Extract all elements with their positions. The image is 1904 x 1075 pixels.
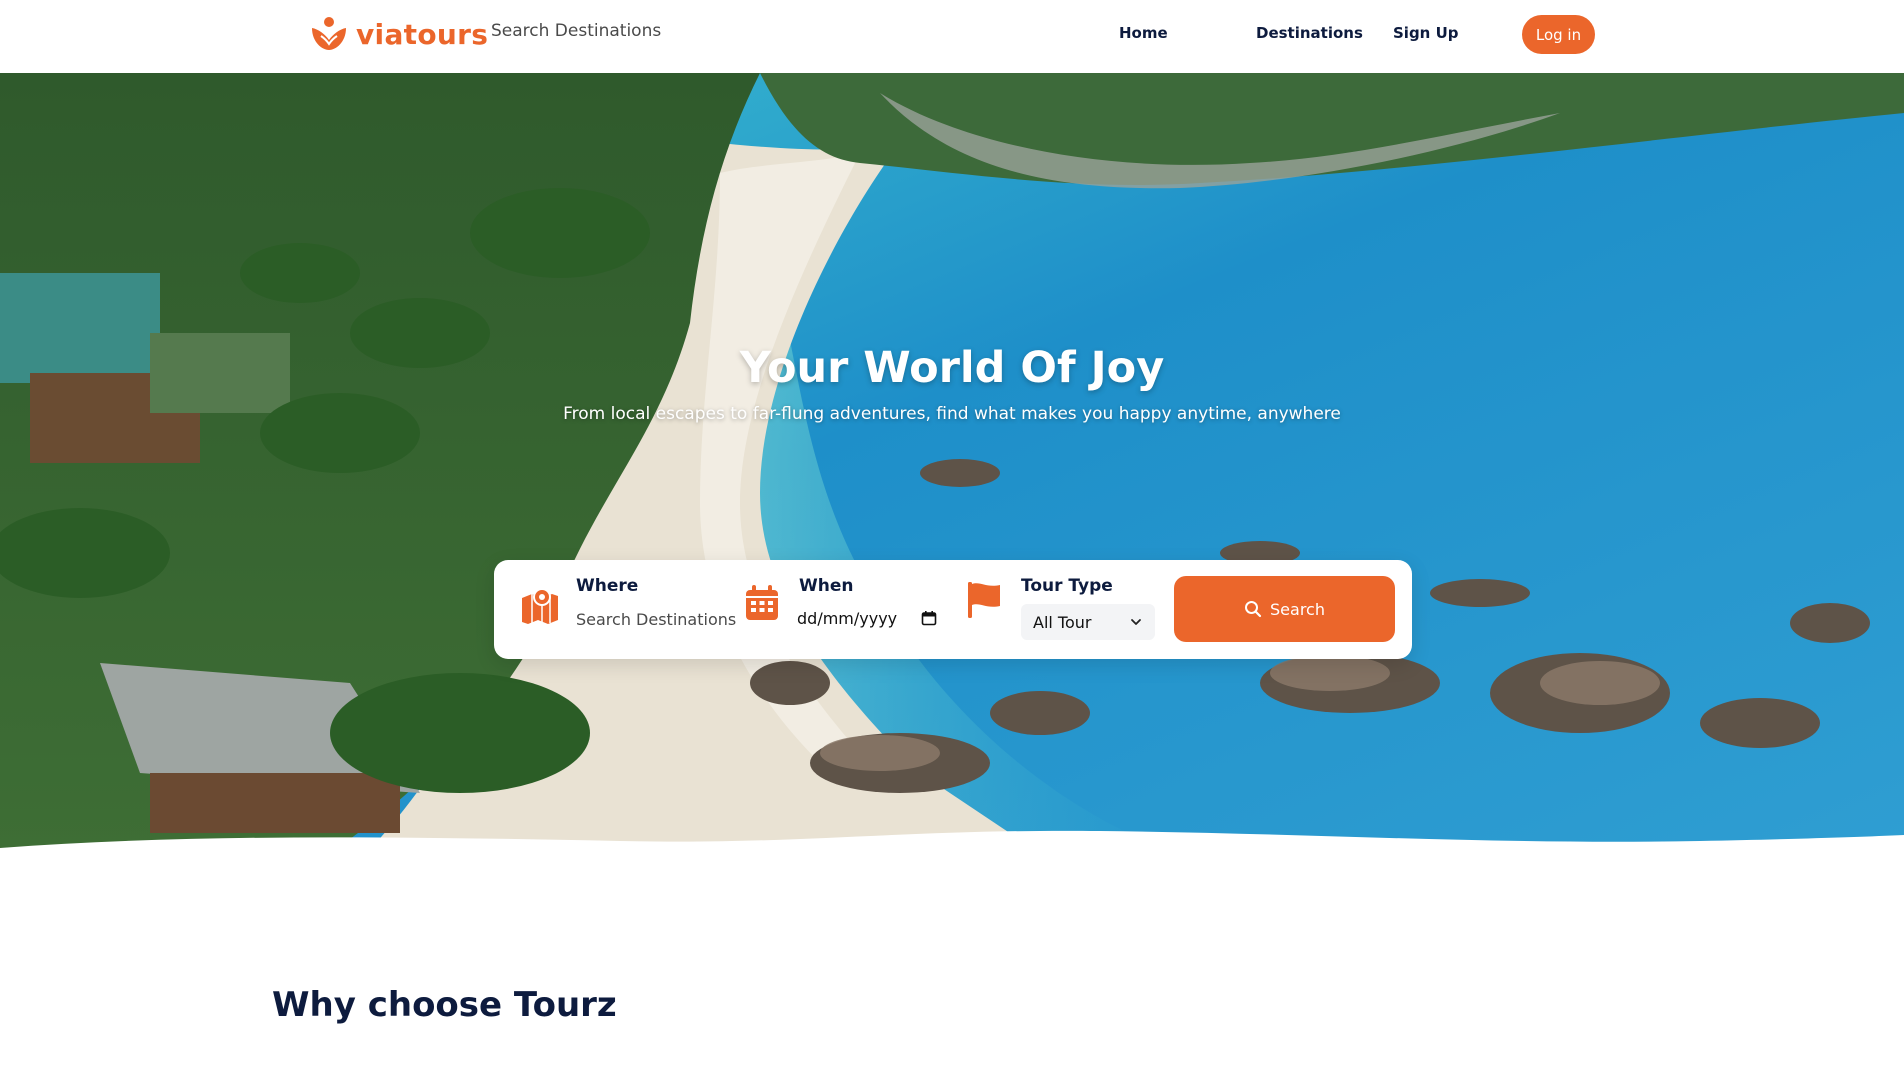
hero-subtitle: From local escapes to far-flung adventur… [563, 404, 1341, 424]
why-choose-heading: Why choose Tourz [272, 985, 617, 1025]
header-search-input[interactable] [491, 19, 691, 43]
nav-home[interactable]: Home [1119, 24, 1168, 42]
tour-type-label: Tour Type [1021, 576, 1113, 596]
nav-signup[interactable]: Sign Up [1393, 24, 1459, 42]
tour-search-panel: Where When dd/mm/yyyy [494, 560, 1412, 659]
logo-mark-icon [312, 17, 346, 50]
site-header: viatours Home Destinations Sign Up Log i… [0, 0, 1904, 73]
date-picker-icon[interactable] [921, 610, 937, 626]
hero-section: Your World Of Joy From local escapes to … [0, 73, 1904, 860]
flag-icon [968, 582, 1000, 618]
brand-name: viatours [356, 17, 489, 51]
logo[interactable]: viatours [308, 16, 488, 52]
date-input-text: dd/mm/yyyy [797, 608, 898, 628]
hero-background-image [0, 73, 1904, 860]
when-label: When [799, 576, 854, 596]
where-label: Where [576, 576, 639, 596]
tour-type-select[interactable]: All Tour [1021, 604, 1155, 640]
chevron-down-icon [1131, 619, 1141, 625]
hero-title: Your World Of Joy [739, 343, 1165, 393]
login-button[interactable]: Log in [1522, 15, 1595, 54]
map-pin-icon [522, 588, 558, 624]
search-button-label: Search [1270, 599, 1325, 619]
search-button[interactable]: Search [1174, 576, 1395, 642]
date-input[interactable]: dd/mm/yyyy [797, 604, 937, 632]
nav-destinations[interactable]: Destinations [1256, 24, 1363, 42]
tour-type-selected: All Tour [1033, 612, 1092, 632]
calendar-icon [746, 585, 778, 620]
where-input[interactable] [576, 606, 746, 632]
hero-wave-divider [0, 830, 1904, 863]
search-icon [1245, 601, 1262, 618]
